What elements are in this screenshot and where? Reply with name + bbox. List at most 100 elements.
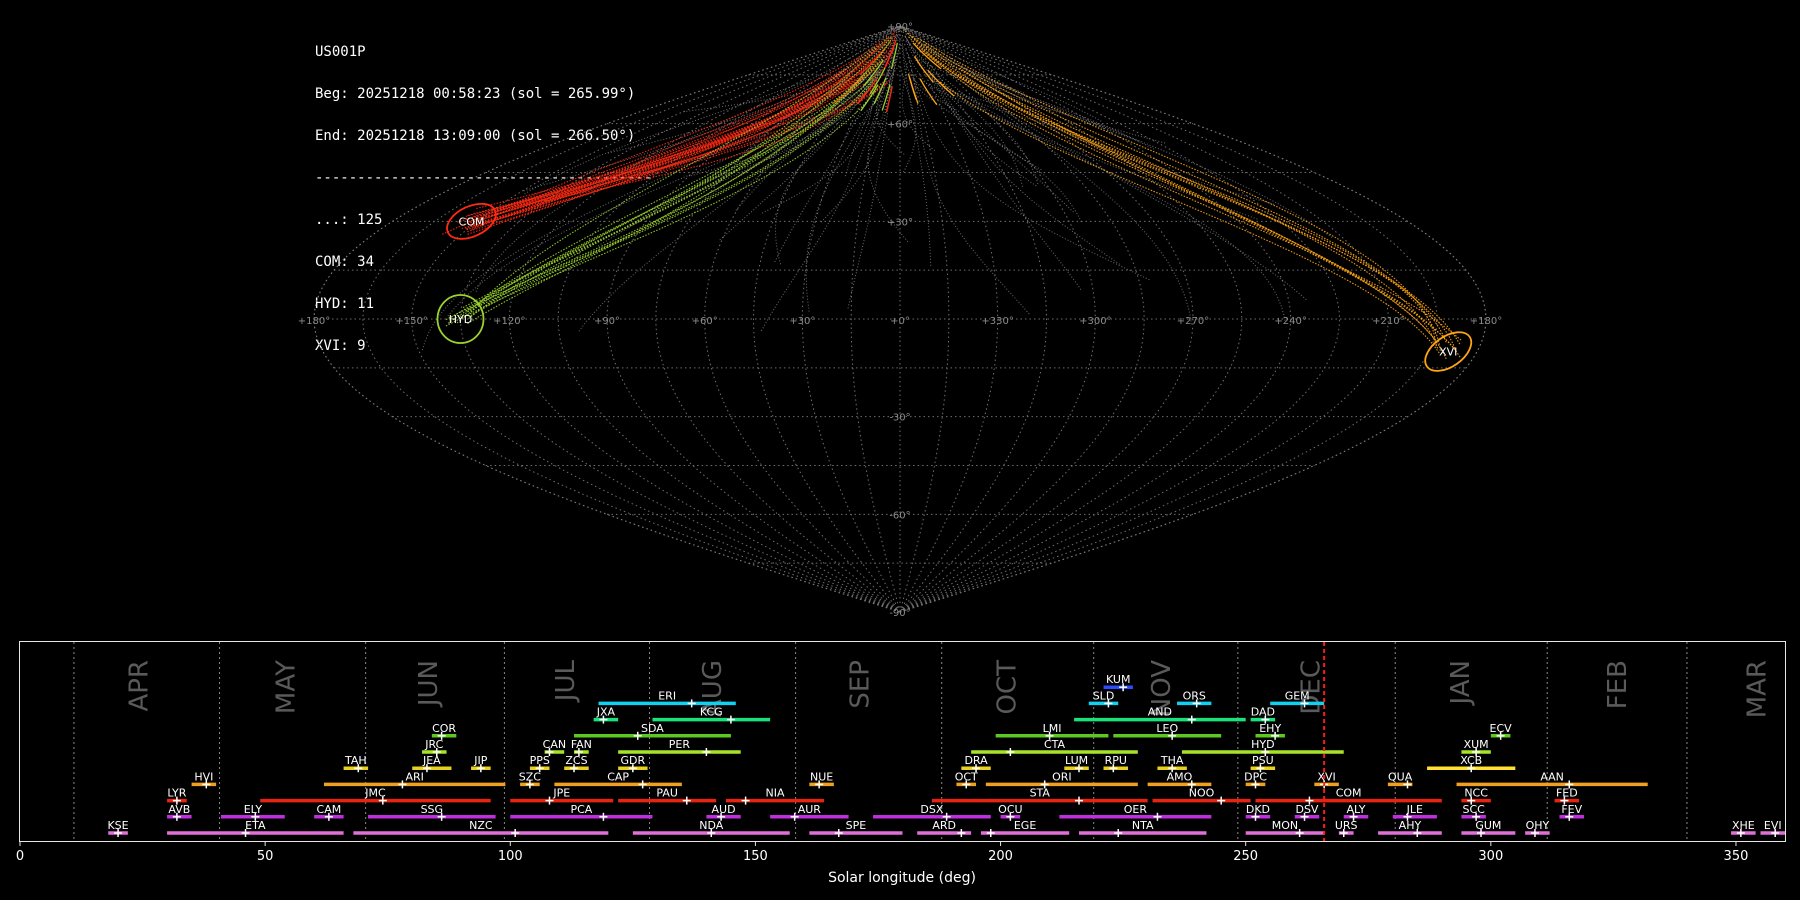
x-axis-label: Solar longitude (deg): [828, 870, 976, 886]
x-tick-label: 200: [988, 849, 1013, 864]
shower-label: HYD: [1251, 738, 1274, 751]
sporadic-trail: [937, 55, 1166, 144]
x-tick-label: 0: [16, 849, 24, 864]
shower-label: EVI: [1764, 819, 1782, 832]
shower-label: ELY: [244, 803, 263, 816]
shower-label: SLD: [1093, 689, 1115, 702]
shower-label: THA: [1160, 754, 1184, 767]
shower-trail: [958, 67, 1456, 350]
lat-tick-label: +90°: [887, 22, 913, 33]
shower-label: NDA: [699, 819, 724, 832]
lon-tick-label: +270°: [1177, 316, 1209, 327]
sporadic-trail: [929, 77, 1258, 220]
shower-label: COR: [432, 722, 456, 735]
shower-label: AUR: [798, 803, 822, 816]
lon-tick-label: +300°: [1079, 316, 1111, 327]
shower-trail: [456, 77, 873, 324]
shower-label: SSG: [421, 803, 444, 816]
shower-label: ZCS: [565, 754, 587, 767]
shower-label: PSU: [1252, 754, 1274, 767]
x-tick-label: 350: [1724, 849, 1749, 864]
lon-tick-label: +330°: [981, 316, 1013, 327]
shower-label: DKD: [1246, 803, 1270, 816]
shower-label: GDR: [621, 754, 646, 767]
month-label: MAY: [272, 660, 302, 714]
month-label: AUG: [698, 660, 728, 717]
shower-label: KCG: [700, 706, 723, 719]
shower-label: CAP: [607, 770, 629, 783]
x-tick-label: 150: [743, 849, 768, 864]
shower-label: NUE: [810, 770, 833, 783]
lon-tick-label: +90°: [594, 316, 620, 327]
shower-label: DAD: [1251, 706, 1275, 719]
shower-label: PAU: [656, 787, 678, 800]
sporadic-trail: [963, 74, 1275, 205]
shower-label: ALY: [1347, 803, 1366, 816]
shower-label: KSE: [107, 819, 128, 832]
shower-radiants: COM HYD XVI: [436, 202, 1473, 372]
sporadic-trail: [915, 41, 1192, 325]
lat-tick-label: +30°: [887, 217, 913, 228]
shower-label: JPE: [552, 787, 570, 800]
shower-label: CAM: [317, 803, 342, 816]
sporadic-trail: [597, 68, 876, 247]
shower-trail: [926, 52, 1447, 360]
shower-trail: [956, 73, 1441, 351]
sporadic-trail: [901, 44, 932, 266]
shower-label: AMO: [1167, 770, 1193, 783]
sporadic-trail: [690, 62, 883, 177]
lon-tick-label: +120°: [493, 316, 525, 327]
shower-label: KUM: [1106, 673, 1130, 686]
month-label: OCT: [992, 660, 1022, 715]
lon-tick-label: +150°: [395, 316, 427, 327]
lat-tick-label: -30°: [889, 413, 910, 424]
shower-trail: [910, 34, 1439, 349]
shower-label: SDA: [641, 722, 664, 735]
shower-label: DPC: [1244, 770, 1267, 783]
shower-trail: [919, 45, 1457, 352]
shower-label: ECV: [1490, 722, 1513, 735]
radiant-label-xvi: XVI: [1439, 346, 1457, 359]
month-label: APR: [125, 660, 155, 712]
shower-trail: [476, 48, 892, 210]
shower-label: HVI: [194, 770, 213, 783]
shower-label: NOO: [1189, 787, 1215, 800]
sporadic-trail: [925, 48, 1043, 114]
shower-label: URS: [1335, 819, 1358, 832]
shower-label: CAN: [543, 738, 566, 751]
shower-label: JIP: [473, 754, 487, 767]
shower-label: FAN: [571, 738, 592, 751]
lat-tick-label: -60°: [889, 510, 910, 521]
shower-label: AND: [1148, 706, 1172, 719]
shower-label: LEO: [1156, 722, 1178, 735]
shower-label: SZC: [519, 770, 542, 783]
shower-label: DSX: [920, 803, 943, 816]
radiant-label-hyd: HYD: [449, 313, 472, 326]
shower-label: FED: [1556, 787, 1578, 800]
shower-label: LYR: [167, 787, 186, 800]
shower-label: TAH: [344, 754, 367, 767]
shower-label: GUM: [1475, 819, 1501, 832]
x-tick-label: 250: [1233, 849, 1258, 864]
shower-label: ORS: [1183, 689, 1206, 702]
month-markers: APR MAY JUN JUL AUG SEP OCT NOV DEC JAN FEB MAR: [73, 642, 1773, 841]
shower-label: XVI: [1317, 770, 1335, 783]
shower-label: AAN: [1540, 770, 1564, 783]
month-label: MAR: [1743, 660, 1773, 718]
shower-label: ARI: [405, 770, 423, 783]
month-label: JAN: [1446, 660, 1476, 706]
sporadic-trail: [913, 75, 1150, 281]
shower-label: AVB: [168, 803, 190, 816]
shower-label: LMI: [1043, 722, 1062, 735]
shower-label: XCB: [1460, 754, 1482, 767]
lon-tick-label: +180°: [1470, 316, 1502, 327]
lon-tick-label: +60°: [692, 316, 718, 327]
shower-label: OHY: [1526, 819, 1550, 832]
month-label: JUN: [414, 660, 444, 708]
shower-label: COM: [1336, 787, 1362, 800]
shower-label: SCC: [1463, 803, 1486, 816]
shower-label: AHY: [1399, 819, 1422, 832]
shower-bars: KUM ERI SLD ORS GEM JXA KCG AND DAD COR SDA LMI LEO E…: [107, 642, 1785, 841]
shower-label: ETA: [245, 819, 266, 832]
x-tick-label: 50: [257, 849, 274, 864]
